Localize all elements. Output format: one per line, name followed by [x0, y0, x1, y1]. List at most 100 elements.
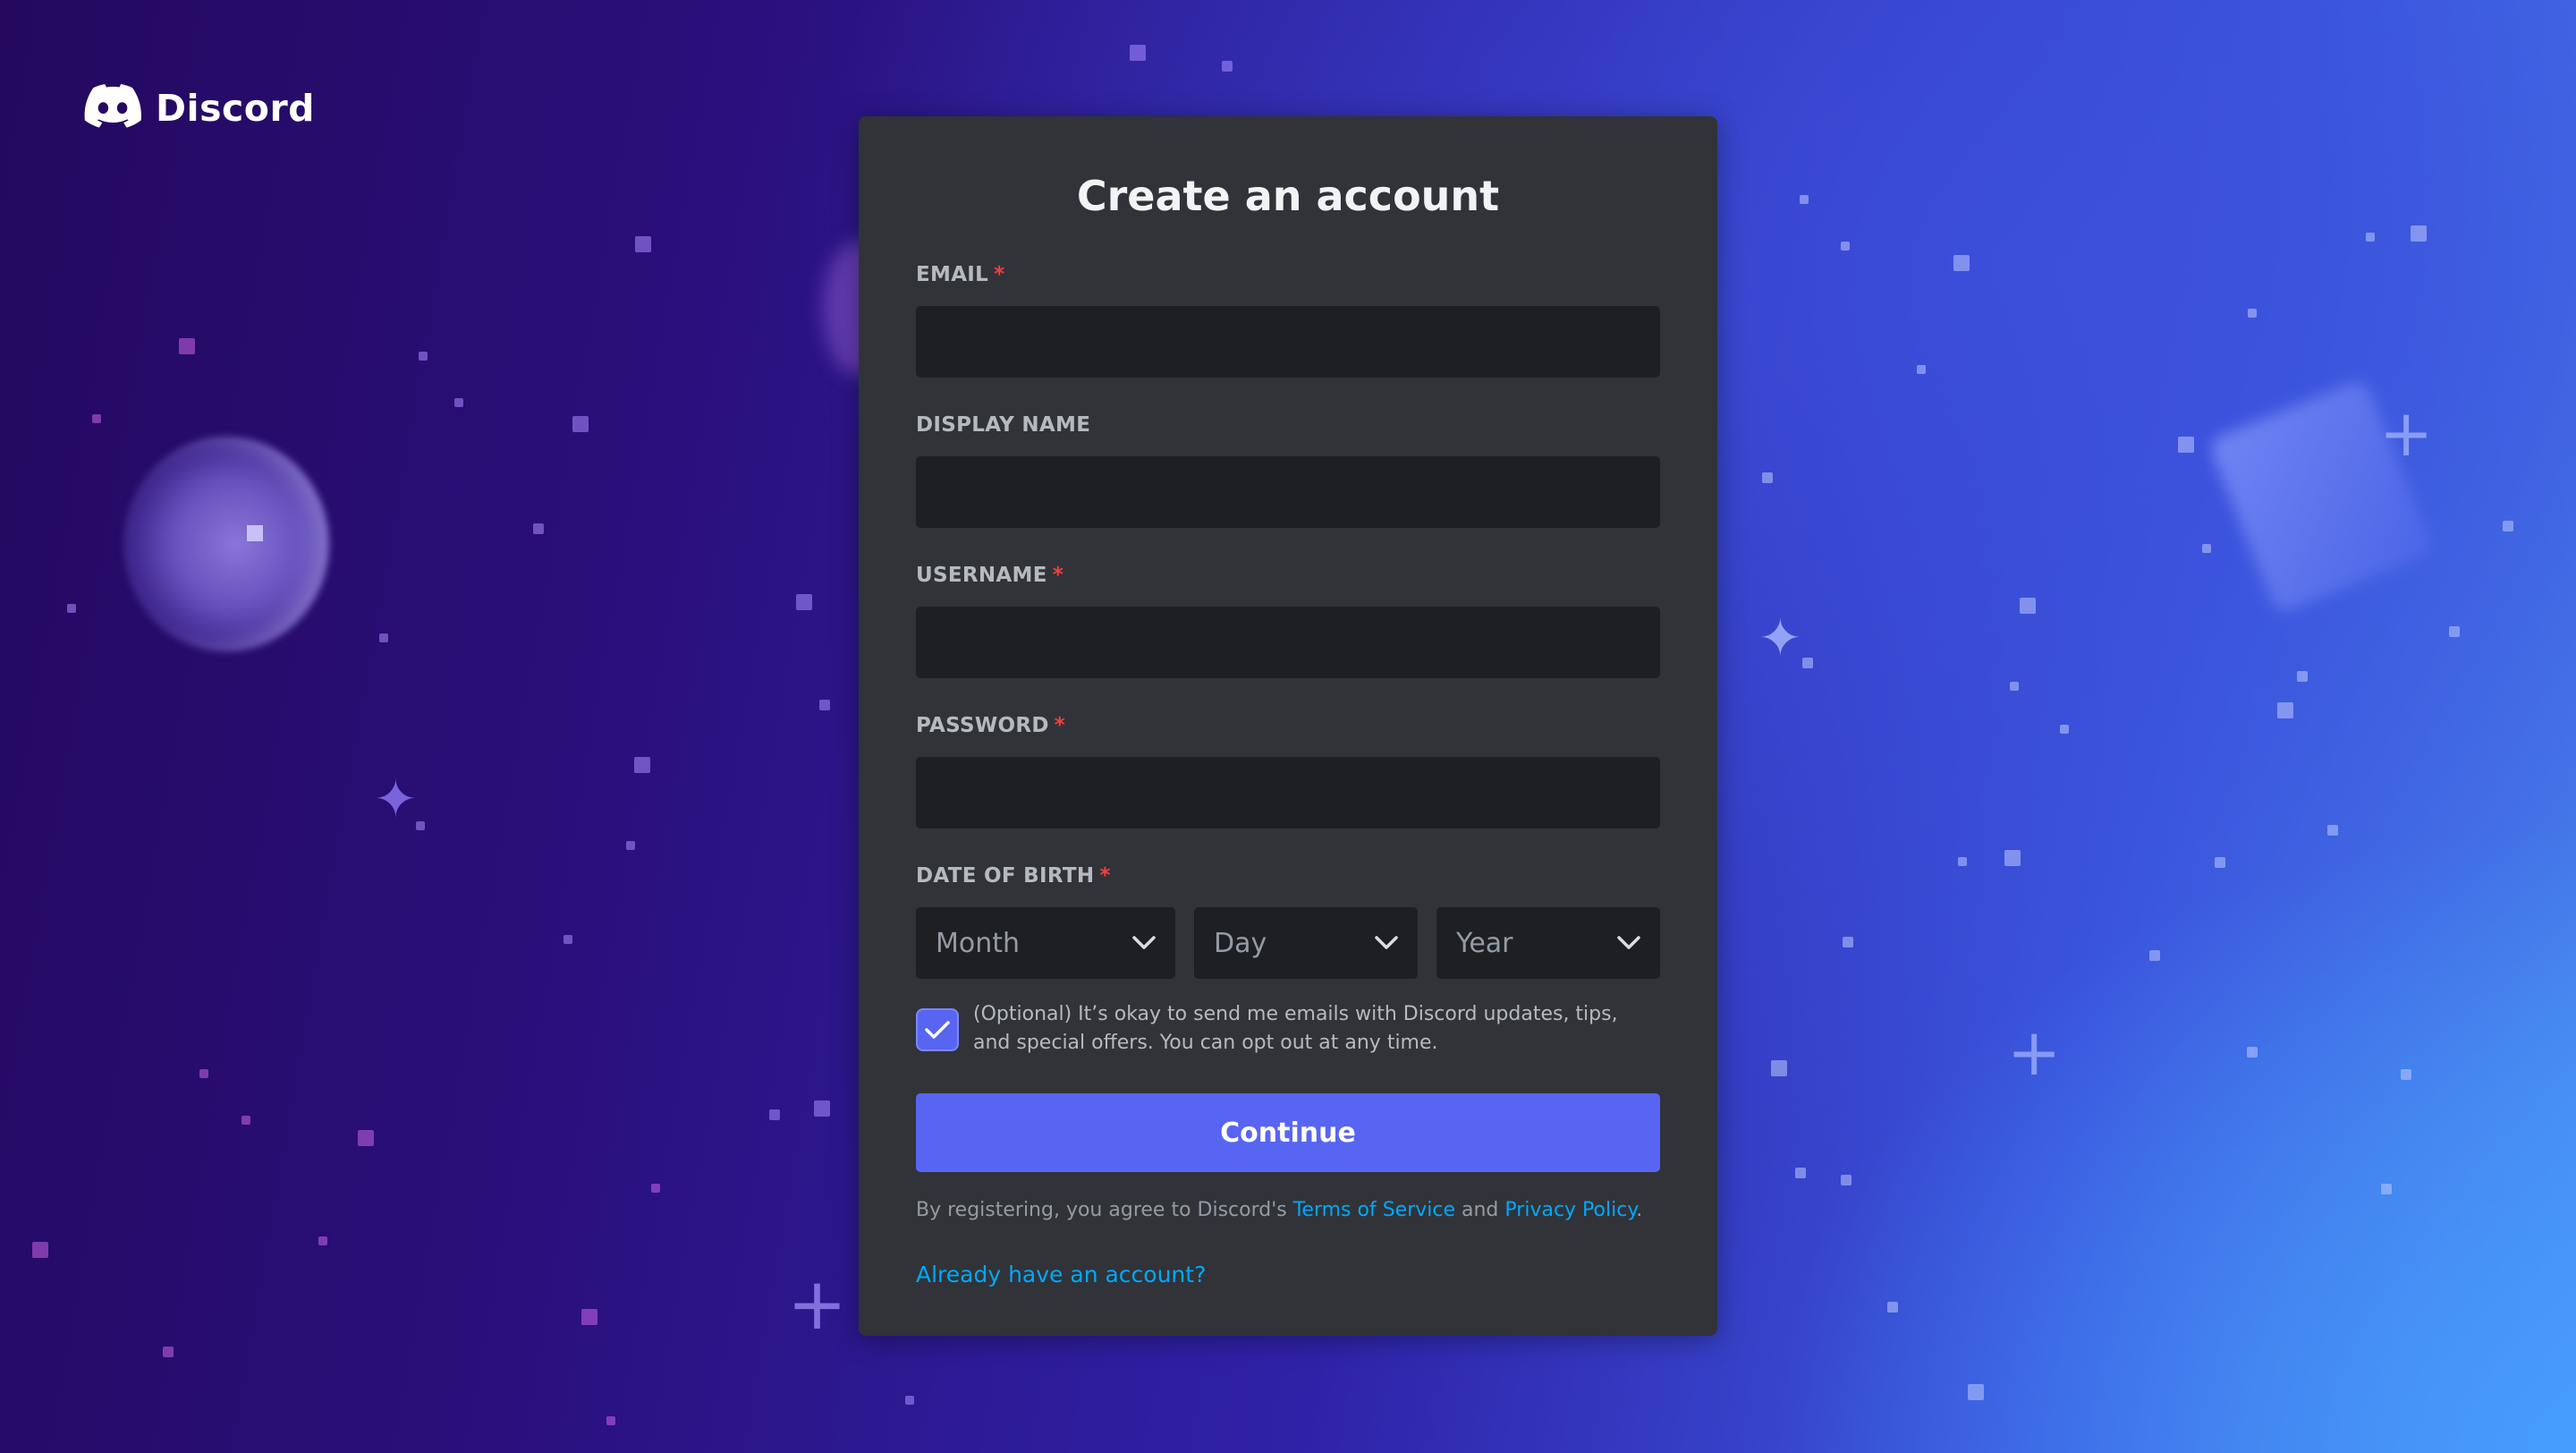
password-label-text: PASSWORD [916, 714, 1049, 737]
star-decoration [564, 935, 572, 944]
star-decoration [814, 1100, 830, 1117]
checkmark-icon [925, 1021, 950, 1039]
brand-logo[interactable]: Discord [84, 84, 315, 132]
star-decoration [819, 700, 830, 710]
star-decoration [2297, 671, 2308, 682]
star-decoration [67, 604, 76, 613]
star-decoration [2248, 309, 2257, 318]
star-decoration [1795, 1168, 1806, 1178]
day-select-value: Day [1214, 927, 1267, 959]
page-title: Create an account [1076, 172, 1500, 220]
email-optin-checkbox[interactable] [916, 1008, 959, 1051]
star-decoration [179, 338, 195, 354]
date-of-birth-label-text: DATE OF BIRTH [916, 864, 1095, 888]
star-decoration [1802, 658, 1813, 668]
legal-middle: and [1455, 1199, 1505, 1221]
star-decoration [2020, 598, 2036, 614]
email-label: EMAIL * [916, 263, 1004, 286]
star-decoration [2202, 544, 2211, 553]
star-decoration [2327, 825, 2338, 836]
star-decoration [358, 1130, 374, 1146]
sparkle-decoration: + [2007, 1015, 2062, 1090]
star-decoration [572, 416, 589, 432]
terms-of-service-link[interactable]: Terms of Service [1293, 1199, 1455, 1221]
star-decoration [634, 757, 650, 773]
star-decoration [1762, 472, 1773, 483]
star-decoration [2449, 626, 2460, 637]
star-decoration [2215, 857, 2225, 868]
month-select[interactable]: Month [916, 907, 1175, 979]
legal-suffix: . [1636, 1199, 1643, 1221]
sparkle-decoration: + [2379, 395, 2434, 471]
star-decoration [92, 414, 101, 423]
display-name-label-text: DISPLAY NAME [916, 413, 1091, 437]
star-decoration [2004, 850, 2021, 866]
orb-decoration [123, 437, 329, 651]
display-name-label: DISPLAY NAME [916, 413, 1090, 437]
star-decoration [1771, 1060, 1787, 1076]
star-decoration [2178, 437, 2194, 453]
required-marker: * [1099, 864, 1111, 888]
star-decoration [1222, 61, 1233, 72]
continue-button[interactable]: Continue [916, 1093, 1660, 1172]
sparkle-decoration: + [787, 1262, 848, 1346]
email-field[interactable] [916, 306, 1660, 378]
login-link[interactable]: Already have an account? [916, 1262, 1206, 1287]
brand-name: Discord [156, 87, 316, 130]
star-decoration [796, 594, 812, 610]
star-decoration [2381, 1184, 2392, 1194]
orb-highlight [247, 525, 263, 541]
star-decoration [199, 1069, 208, 1078]
date-of-birth-label: DATE OF BIRTH * [916, 864, 1111, 888]
register-card: Create an account EMAIL * DISPLAY NAME US… [859, 116, 1717, 1336]
star-decoration [2411, 225, 2427, 242]
star-decoration [1841, 1175, 1852, 1185]
year-select-value: Year [1456, 927, 1513, 959]
star-decoration [1953, 255, 1970, 271]
star-decoration [2277, 702, 2293, 718]
star-decoration [626, 841, 635, 850]
year-select[interactable]: Year [1436, 907, 1660, 979]
star-decoration [635, 236, 651, 252]
star-decoration [242, 1116, 250, 1125]
username-field[interactable] [916, 607, 1660, 678]
star-decoration [533, 523, 544, 534]
privacy-policy-link[interactable]: Privacy Policy [1504, 1199, 1636, 1221]
star-decoration [454, 398, 463, 407]
star-decoration [163, 1347, 174, 1357]
star-decoration [581, 1309, 597, 1325]
star-decoration [2247, 1047, 2258, 1058]
email-label-text: EMAIL [916, 263, 989, 286]
star-decoration [1841, 242, 1850, 251]
required-marker: * [994, 263, 1005, 286]
chevron-down-icon [1375, 936, 1398, 950]
chevron-down-icon [1617, 936, 1640, 950]
star-decoration [2060, 725, 2069, 734]
star-decoration [1130, 45, 1146, 61]
star-decoration [1887, 1302, 1898, 1313]
star-decoration [1800, 195, 1809, 204]
legal-notice: By registering, you agree to Discord's T… [916, 1199, 1642, 1221]
display-name-field[interactable] [916, 456, 1660, 528]
discord-logo-icon [84, 84, 141, 132]
star-decoration [1917, 365, 1926, 374]
star-decoration [32, 1242, 48, 1258]
star-decoration [1958, 857, 1967, 866]
star-decoration [2401, 1069, 2411, 1080]
star-decoration [905, 1396, 914, 1405]
required-marker: * [1052, 564, 1064, 587]
star-decoration [318, 1236, 327, 1245]
star-decoration [2010, 682, 2019, 691]
star-decoration [1968, 1384, 1984, 1400]
email-optin-label: (Optional) It’s okay to send me emails w… [973, 1003, 1618, 1054]
username-label: USERNAME * [916, 564, 1063, 587]
star-decoration [2366, 233, 2375, 242]
star-decoration [606, 1416, 615, 1425]
star-decoration [1843, 937, 1853, 947]
star-decoration [651, 1184, 660, 1193]
day-select[interactable]: Day [1194, 907, 1418, 979]
required-marker: * [1054, 714, 1066, 737]
star-decoration [769, 1109, 780, 1120]
password-field[interactable] [916, 757, 1660, 828]
month-select-value: Month [936, 927, 1021, 959]
